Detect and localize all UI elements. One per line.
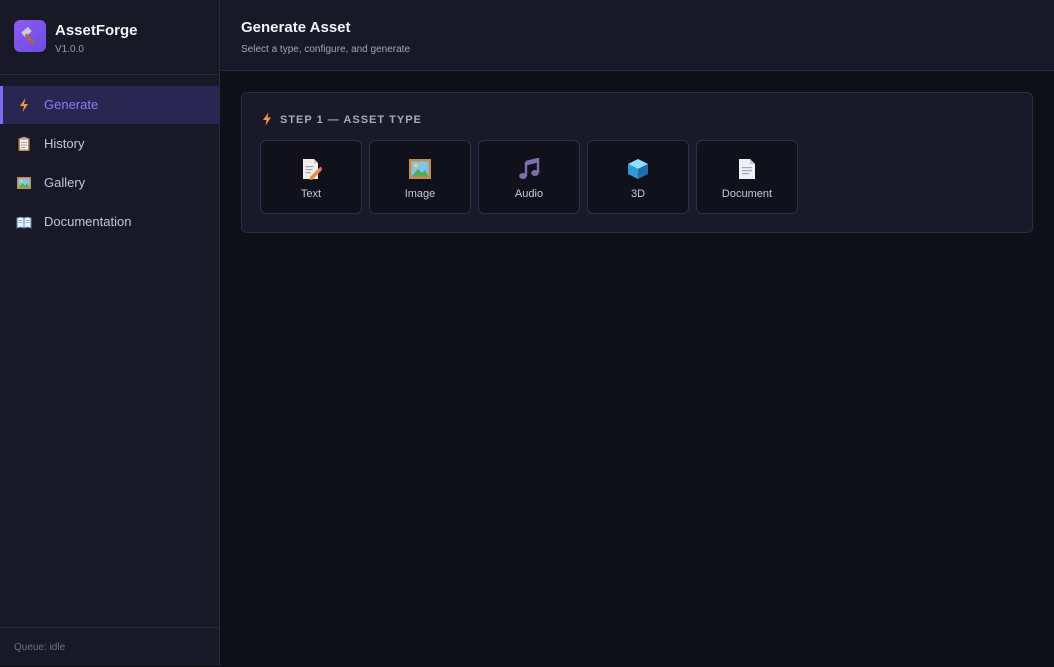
brand: AssetForge V1.0.0	[0, 0, 219, 75]
sidebar: AssetForge V1.0.0 Generate History Galle…	[0, 0, 220, 666]
asset-type-image-button[interactable]: Image	[369, 140, 471, 214]
sidebar-item-label: Generate	[44, 97, 99, 112]
asset-type-label: Audio	[514, 188, 544, 200]
clipboard-icon	[16, 136, 32, 152]
asset-type-card: STEP 1 — ASSET TYPE Text Image Audio 3D …	[241, 92, 1033, 233]
sidebar-item-label: History	[44, 136, 85, 151]
sidebar-item-label: Documentation	[44, 214, 132, 229]
page-title: Generate Asset	[241, 19, 351, 36]
framed-picture-icon	[409, 158, 431, 180]
app-version: V1.0.0	[55, 44, 84, 55]
asset-type-audio-button[interactable]: Audio	[478, 140, 580, 214]
lightning-icon	[261, 112, 273, 131]
asset-type-document-button[interactable]: Document	[696, 140, 798, 214]
step-title: STEP 1 — ASSET TYPE	[280, 114, 422, 126]
asset-type-label: Text	[300, 188, 322, 200]
page-header: Generate Asset Select a type, configure,…	[220, 0, 1054, 71]
music-note-icon	[518, 157, 540, 180]
sidebar-item-gallery[interactable]: Gallery	[0, 164, 219, 202]
asset-type-label: Document	[721, 188, 773, 200]
sidebar-item-documentation[interactable]: Documentation	[0, 203, 219, 241]
asset-type-3d-button[interactable]: 3D	[587, 140, 689, 214]
page-subtitle: Select a type, configure, and generate	[241, 44, 411, 55]
hammer-icon	[14, 20, 46, 52]
queue-status: Queue: idle	[14, 642, 66, 653]
app-name: AssetForge	[55, 22, 138, 39]
cube-icon	[627, 158, 649, 180]
asset-type-label: Image	[404, 188, 436, 200]
asset-type-label: 3D	[630, 188, 646, 200]
sidebar-item-label: Gallery	[44, 175, 86, 190]
sidebar-footer: Queue: idle	[0, 627, 219, 667]
sidebar-item-generate[interactable]: Generate	[0, 86, 219, 124]
asset-type-text-button[interactable]: Text	[260, 140, 362, 214]
book-icon	[16, 214, 32, 230]
picture-icon	[16, 175, 32, 191]
lightning-icon	[16, 97, 32, 113]
document-icon	[736, 158, 758, 180]
memo-icon	[300, 158, 323, 180]
sidebar-item-history[interactable]: History	[0, 125, 219, 163]
